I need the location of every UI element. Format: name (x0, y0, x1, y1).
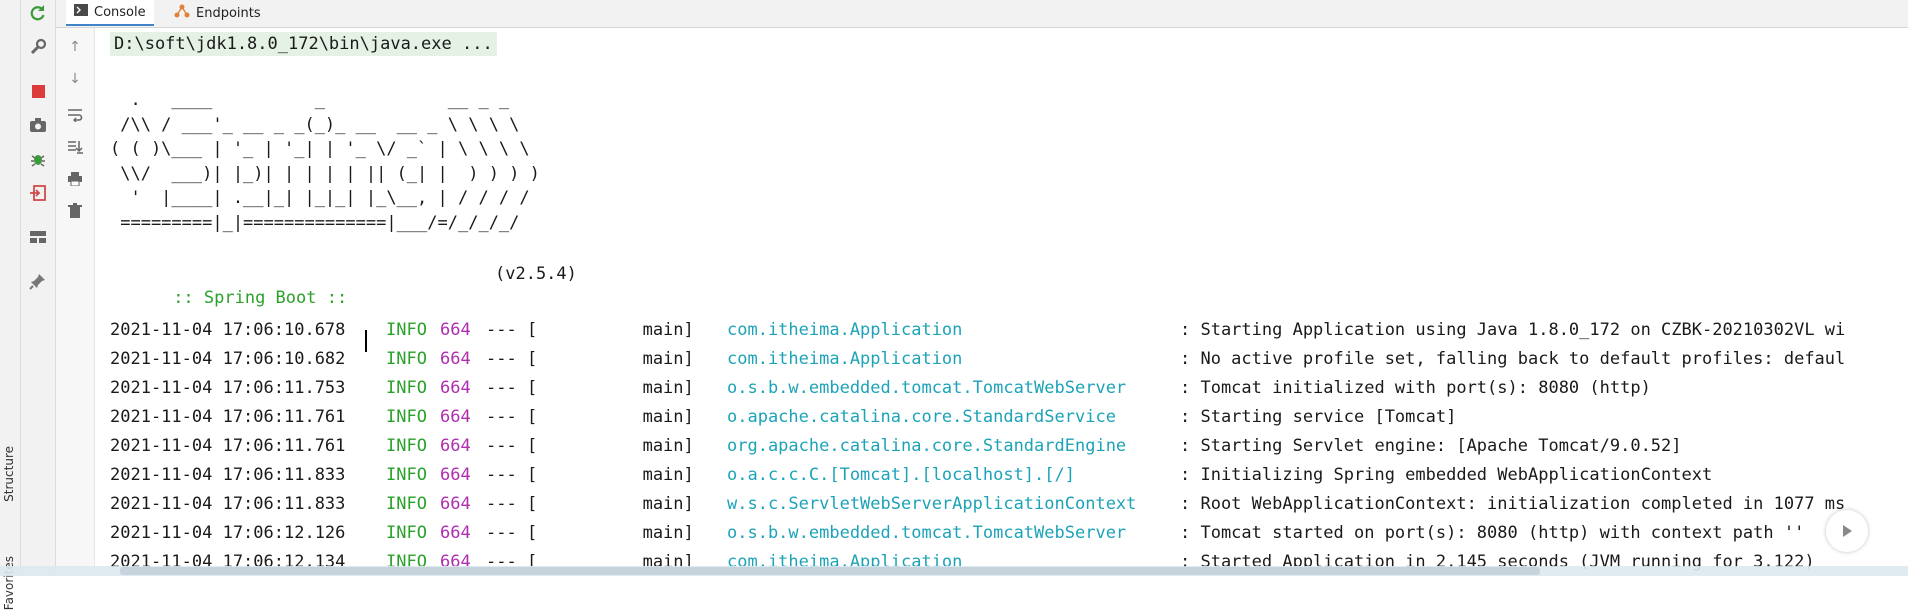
log-line: 2021-11-04 17:06:10.678 INFO 664 --- [ m… (110, 318, 1845, 342)
stop-icon[interactable] (27, 80, 49, 102)
log-message: : Tomcat started on port(s): 8080 (http)… (1180, 523, 1805, 543)
log-logger: w.s.c.ServletWebServerApplicationContext (727, 494, 1137, 514)
log-thread: main] (530, 349, 694, 369)
scroll-down-arrow-icon[interactable]: ↓ (64, 68, 86, 90)
log-timestamp: 2021-11-04 17:06:11.833 (110, 465, 346, 485)
log-pid: 664 (440, 407, 471, 427)
log-timestamp: 2021-11-04 17:06:11.761 (110, 436, 346, 456)
log-timestamp: 2021-11-04 17:06:10.682 (110, 349, 346, 369)
log-pid: 664 (440, 378, 471, 398)
log-level: INFO (386, 523, 427, 543)
log-thread: main] (530, 465, 694, 485)
run-toolbar (21, 0, 56, 576)
log-thread: main] (530, 436, 694, 456)
log-line: 2021-11-04 17:06:11.833 INFO 664 --- [ m… (110, 492, 1845, 516)
console-icon (74, 4, 88, 20)
log-level: INFO (386, 349, 427, 369)
log-pid: 664 (440, 494, 471, 514)
soft-wrap-icon[interactable] (64, 104, 86, 126)
wrench-icon[interactable] (27, 36, 49, 58)
log-pid: 664 (440, 465, 471, 485)
favorites-tab[interactable]: Favorites (0, 460, 20, 610)
log-message: : Initializing Spring embedded WebApplic… (1180, 465, 1713, 485)
log-message: : Starting Servlet engine: [Apache Tomca… (1180, 436, 1682, 456)
log-line: 2021-11-04 17:06:11.833 INFO 664 --- [ m… (110, 463, 1712, 487)
tab-endpoints[interactable]: Endpoints (166, 0, 269, 26)
log-message: : Root WebApplicationContext: initializa… (1180, 494, 1846, 514)
log-line: 2021-11-04 17:06:11.761 INFO 664 --- [ m… (110, 434, 1682, 458)
log-logger: o.s.b.w.embedded.tomcat.TomcatWebServer (727, 523, 1127, 543)
log-pid: 664 (440, 523, 471, 543)
log-thread: main] (530, 378, 694, 398)
scroll-up-arrow-icon[interactable]: ↑ (64, 36, 86, 58)
favorites-label: Favorites (2, 556, 16, 610)
log-message: : Starting Application using Java 1.8.0_… (1180, 320, 1846, 340)
layout-icon[interactable] (27, 226, 49, 248)
tab-endpoints-label: Endpoints (196, 5, 261, 21)
log-pid: 664 (440, 349, 471, 369)
log-logger: o.apache.catalina.core.StandardService (727, 407, 1116, 427)
log-logger: com.itheima.Application (727, 349, 963, 369)
endpoints-icon (174, 4, 190, 22)
tool-window-tabs: Console Endpoints (56, 0, 1908, 28)
log-timestamp: 2021-11-04 17:06:12.126 (110, 523, 346, 543)
log-line: 2021-11-04 17:06:10.682 INFO 664 --- [ m… (110, 347, 1845, 371)
login-exit-icon[interactable] (27, 182, 49, 204)
log-thread: main] (530, 494, 694, 514)
log-line: 2021-11-04 17:06:11.761 INFO 664 --- [ m… (110, 405, 1456, 429)
log-timestamp: 2021-11-04 17:06:10.678 (110, 320, 346, 340)
log-pid: 664 (440, 320, 471, 340)
camera-icon[interactable] (27, 114, 49, 136)
log-logger: o.a.c.c.C.[Tomcat].[localhost].[/] (727, 465, 1075, 485)
log-level: INFO (386, 436, 427, 456)
spring-banner-art: . ____ _ __ _ _ /\\ / ___'_ __ _ _(_)_ _… (110, 90, 540, 233)
spring-boot-label: :: Spring Boot :: (162, 288, 348, 308)
clear-trash-icon[interactable] (64, 200, 86, 222)
tab-console-label: Console (94, 4, 146, 20)
command-line: D:\soft\jdk1.8.0_172\bin\java.exe ... (110, 32, 497, 56)
tab-console[interactable]: Console (66, 0, 154, 26)
log-timestamp: 2021-11-04 17:06:11.753 (110, 378, 346, 398)
scroll-to-end-icon[interactable] (64, 136, 86, 158)
log-level: INFO (386, 407, 427, 427)
spring-boot-version: (v2.5.4) (495, 264, 577, 284)
structure-tab[interactable]: Structure (0, 350, 20, 502)
pin-icon[interactable] (27, 270, 49, 292)
log-thread: main] (530, 407, 694, 427)
console-gutter: ↑ ↓ (56, 28, 95, 576)
print-icon[interactable] (64, 168, 86, 190)
text-caret (365, 330, 367, 352)
log-pid: 664 (440, 436, 471, 456)
left-tool-stripe: Structure Favorites (0, 0, 21, 610)
log-line: 2021-11-04 17:06:11.753 INFO 664 --- [ m… (110, 376, 1651, 400)
horizontal-scrollbar-thumb[interactable] (120, 567, 1540, 575)
log-thread: main] (530, 523, 694, 543)
debug-bug-icon[interactable] (27, 148, 49, 170)
log-level: INFO (386, 320, 427, 340)
spring-boot-line: :: Spring Boot :: (v2.5.4) (122, 262, 577, 358)
log-timestamp: 2021-11-04 17:06:11.761 (110, 407, 346, 427)
log-timestamp: 2021-11-04 17:06:11.833 (110, 494, 346, 514)
console-output[interactable]: D:\soft\jdk1.8.0_172\bin\java.exe ... . … (110, 28, 1908, 576)
play-arrow-icon[interactable] (1826, 510, 1868, 552)
log-logger: o.s.b.w.embedded.tomcat.TomcatWebServer (727, 378, 1127, 398)
log-level: INFO (386, 378, 427, 398)
log-line: 2021-11-04 17:06:12.126 INFO 664 --- [ m… (110, 521, 1804, 545)
log-message: : No active profile set, falling back to… (1180, 349, 1846, 369)
log-logger: com.itheima.Application (727, 320, 963, 340)
log-message: : Starting service [Tomcat] (1180, 407, 1457, 427)
rerun-icon[interactable] (27, 2, 49, 24)
log-message: : Tomcat initialized with port(s): 8080 … (1180, 378, 1651, 398)
log-logger: org.apache.catalina.core.StandardEngine (727, 436, 1127, 456)
log-level: INFO (386, 494, 427, 514)
log-thread: main] (530, 320, 694, 340)
log-level: INFO (386, 465, 427, 485)
